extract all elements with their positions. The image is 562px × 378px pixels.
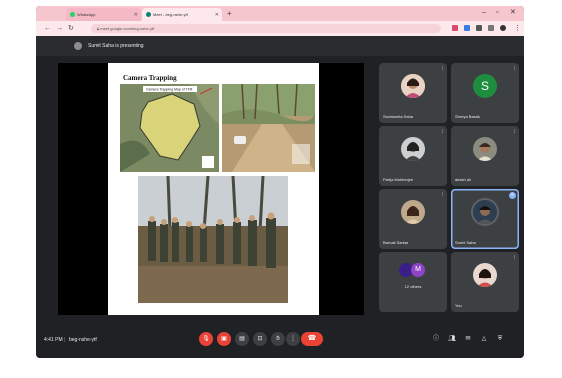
extension-icon[interactable] (464, 25, 470, 31)
info-icon[interactable]: ⓘ (432, 335, 440, 343)
participant-name: Sumit Saha (455, 240, 476, 245)
new-tab-button[interactable]: + (227, 8, 232, 19)
mic-toggle-button[interactable]: 🎙︎ (199, 332, 213, 346)
extension-icon[interactable] (476, 25, 482, 31)
chat-icon[interactable]: ✉︎ (464, 335, 472, 343)
meet-window: Sumit Saha is presenting Camera Trapping… (36, 36, 524, 358)
participant-name: Suchismita Saha (383, 114, 414, 119)
avatar (401, 200, 425, 224)
screen: WhatsApp ✕ Meet - beg-nshe-ytf ✕ + – ▫ ✕… (36, 6, 524, 358)
others-count: 12 others (404, 284, 422, 289)
extension-icon[interactable] (452, 25, 458, 31)
tab-label: WhatsApp (77, 12, 96, 17)
avatar: M (411, 263, 425, 277)
camera-off-icon: ▣ (221, 336, 227, 342)
whatsapp-icon (70, 12, 75, 17)
captions-icon: ▤ (239, 336, 245, 342)
forward-icon[interactable]: → (56, 23, 63, 34)
meeting-code: beg-nshe-ytf (69, 337, 97, 343)
end-call-button[interactable]: ☎︎ (301, 332, 323, 346)
mic-off-icon: 🎙︎ (202, 336, 210, 342)
captions-button[interactable]: ▤ (235, 332, 249, 346)
participant-tile[interactable]: ⁞ S Shreya Basak (451, 63, 519, 123)
participant-name: Shreya Basak (455, 114, 480, 119)
presentation-stage[interactable]: Camera Trapping Camera Trapping Map of T… (58, 63, 364, 315)
mic-off-icon: ⁞ (513, 129, 515, 135)
people-icon[interactable]: 👥︎ (448, 335, 456, 343)
participant-name: Partja Mukherjee (383, 177, 414, 182)
map-image: Camera Trapping Map of TFR (120, 84, 219, 172)
shared-slide: Camera Trapping Camera Trapping Map of T… (108, 63, 319, 315)
participant-name: You (455, 303, 462, 308)
avatar (473, 137, 497, 161)
more-icon: ⋮ (290, 336, 296, 342)
mic-off-icon: ⁞ (513, 66, 515, 72)
mic-off-icon: ⁞ (441, 192, 443, 198)
close-icon[interactable]: ✕ (134, 12, 138, 18)
camera-trap-photo (222, 84, 315, 172)
participant-tile[interactable]: ⁞ akash ali (451, 126, 519, 186)
close-icon[interactable]: ✕ (215, 12, 219, 18)
present-button[interactable]: ⊡ (253, 332, 267, 346)
mic-off-icon: ⁞ (441, 129, 443, 135)
mic-off-icon: ⁞ (441, 66, 443, 72)
slide-title: Camera Trapping (123, 74, 177, 82)
avatar (401, 137, 425, 161)
presenting-bar: Sumit Saha is presenting (36, 36, 524, 56)
activities-icon[interactable]: △ (480, 335, 488, 343)
forest-team-photo (138, 176, 288, 303)
raise-hand-button[interactable]: ✋︎ (271, 332, 285, 346)
control-bar: 4:41 PM | beg-nshe-ytf 🎙︎ ▣ ▤ ⊡ ✋︎ ⋮ ☎︎ … (36, 328, 524, 358)
end-call-icon: ☎︎ (307, 335, 317, 342)
avatar: S (473, 74, 497, 98)
menu-icon[interactable]: ⋮ (514, 23, 521, 34)
participant-tile[interactable]: ⁞ Barnali Sarkar (379, 189, 447, 249)
address-bar: ← → ↻ 🔒︎ meet.google.com/beg-nshe-ytf ⋮ (36, 21, 524, 36)
presenter-avatar (74, 42, 82, 50)
tab-meet[interactable]: Meet - beg-nshe-ytf ✕ (142, 8, 222, 21)
back-icon[interactable]: ← (44, 23, 51, 34)
presenting-text: Sumit Saha is presenting (88, 43, 144, 49)
camera-toggle-button[interactable]: ▣ (217, 332, 231, 346)
reload-icon[interactable]: ↻ (68, 23, 74, 34)
participant-tile[interactable]: ⁞ Suchismita Saha (379, 63, 447, 123)
mic-off-icon: ⁞ (513, 255, 515, 261)
avatar (473, 263, 497, 287)
close-window-button[interactable]: ✕ (510, 7, 516, 19)
map-caption: Camera Trapping Map of TFR (146, 88, 193, 92)
active-speaker-icon: ≡ (509, 192, 516, 199)
participant-tile[interactable]: ⁞ Partja Mukherjee (379, 126, 447, 186)
participant-name: akash ali (455, 177, 471, 182)
avatar (401, 74, 425, 98)
tab-label: Meet - beg-nshe-ytf (153, 12, 188, 17)
minimize-button[interactable]: – (482, 7, 486, 19)
maximize-button[interactable]: ▫ (496, 7, 498, 19)
url-text: meet.google.com/beg-nshe-ytf (100, 26, 155, 31)
others-tile[interactable]: M 12 others (379, 252, 447, 312)
raise-hand-icon: ✋︎ (276, 336, 280, 342)
avatar (473, 200, 497, 224)
bookmark-icon[interactable] (488, 25, 494, 31)
more-options-button[interactable]: ⋮ (286, 332, 300, 346)
meet-icon (146, 12, 151, 17)
tab-whatsapp[interactable]: WhatsApp ✕ (66, 8, 141, 21)
self-tile[interactable]: ⁞ You (451, 252, 519, 312)
participant-tile-active[interactable]: ≡ Sumit Saha (451, 189, 519, 249)
url-field[interactable]: 🔒︎ meet.google.com/beg-nshe-ytf (91, 24, 441, 33)
profile-icon[interactable] (500, 25, 506, 31)
participant-name: Barnali Sarkar (383, 240, 409, 245)
present-icon: ⊡ (257, 336, 263, 342)
meeting-time: 4:41 PM (44, 337, 63, 343)
separator: | (64, 337, 66, 343)
browser-tab-bar: WhatsApp ✕ Meet - beg-nshe-ytf ✕ + – ▫ ✕ (36, 6, 524, 21)
host-controls-icon[interactable]: ⛨ (496, 335, 504, 343)
